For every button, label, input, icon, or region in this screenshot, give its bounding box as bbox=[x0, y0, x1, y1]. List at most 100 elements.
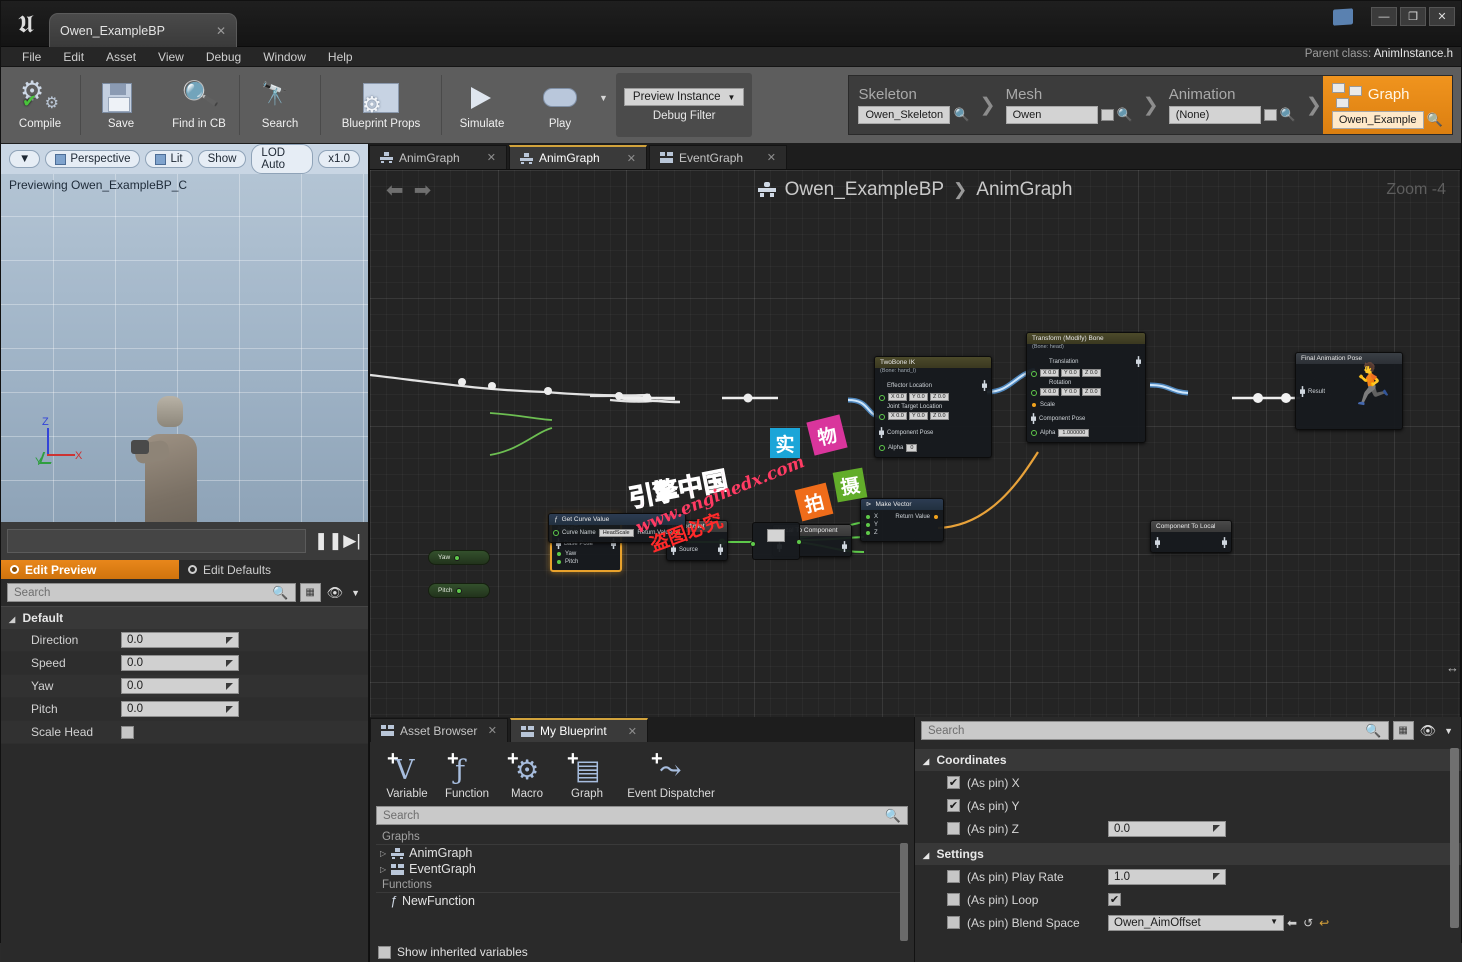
scrollbar-thumb[interactable] bbox=[900, 843, 908, 941]
input-pin[interactable] bbox=[1031, 389, 1037, 396]
as-pin-y-checkbox[interactable]: ✔ bbox=[947, 799, 960, 812]
close-icon[interactable]: ✕ bbox=[627, 152, 636, 165]
minimize-button[interactable]: — bbox=[1371, 7, 1397, 26]
effector-z[interactable]: Z 0.0 bbox=[930, 393, 949, 402]
play-rate-input[interactable]: 1.0 bbox=[1108, 868, 1226, 885]
close-icon[interactable]: ✕ bbox=[767, 151, 776, 164]
pose-pin[interactable] bbox=[879, 427, 884, 439]
curve-name-value[interactable]: HeadScale bbox=[598, 529, 634, 538]
view-options-grid-icon[interactable]: ▦ bbox=[299, 583, 321, 602]
pause-icon[interactable]: ❚❚ bbox=[314, 531, 343, 551]
play-options-chevron-down-icon[interactable]: ▼ bbox=[599, 67, 612, 143]
edit-preview-search-input[interactable]: Search 🔍 bbox=[7, 583, 296, 602]
speed-input[interactable]: 0.0 bbox=[121, 655, 239, 671]
joint-y[interactable]: Y 0.0 bbox=[909, 412, 928, 421]
close-icon[interactable]: ✕ bbox=[488, 724, 497, 737]
debug-filter-dropdown[interactable]: Preview Instance ▼ bbox=[623, 88, 745, 106]
node-twobone-ik[interactable]: TwoBone IK (Bone: hand_l) Effector Locat… bbox=[874, 356, 992, 459]
tree-item-newfunction[interactable]: ƒ NewFunction bbox=[376, 893, 908, 909]
playback-scrubber[interactable] bbox=[7, 529, 306, 553]
viewport-lod-button[interactable]: LOD Auto bbox=[251, 144, 314, 174]
pose-pin[interactable] bbox=[1155, 537, 1160, 549]
node-math-operation[interactable] bbox=[750, 522, 802, 560]
expand-triangle-icon[interactable]: ▷ bbox=[380, 849, 386, 858]
tab-asset-browser[interactable]: Asset Browser ✕ bbox=[370, 718, 508, 742]
grid-icon[interactable] bbox=[1263, 109, 1277, 121]
pose-pin[interactable] bbox=[1031, 413, 1036, 425]
input-pin[interactable] bbox=[556, 551, 562, 558]
menu-asset[interactable]: Asset bbox=[95, 47, 147, 67]
node-transform-modify-bone[interactable]: Transform (Modify) Bone (Bone: head) Tra… bbox=[1026, 332, 1146, 444]
input-pin[interactable] bbox=[1031, 370, 1037, 377]
loop-value-checkbox[interactable]: ✔ bbox=[1108, 893, 1121, 906]
spinner-icon[interactable] bbox=[226, 705, 233, 713]
effector-y[interactable]: Y 0.0 bbox=[909, 393, 928, 402]
alpha-value[interactable]: 0 bbox=[906, 444, 918, 453]
translation-x[interactable]: X 0.0 bbox=[1040, 369, 1059, 378]
chevron-down-icon[interactable]: ▼ bbox=[1442, 726, 1455, 736]
pose-output-pin[interactable] bbox=[1136, 356, 1141, 368]
preview-viewport[interactable]: Previewing Owen_ExampleBP_C Z X Y bbox=[1, 174, 368, 522]
viewport-show-button[interactable]: Show bbox=[197, 150, 247, 168]
tab-edit-preview[interactable]: Edit Preview bbox=[1, 560, 179, 579]
save-button[interactable]: Save bbox=[82, 67, 160, 143]
add-variable-button[interactable]: + V Variable bbox=[378, 748, 436, 800]
step-forward-icon[interactable]: ▶| bbox=[342, 531, 362, 551]
input-pin[interactable] bbox=[750, 541, 756, 547]
simulate-button[interactable]: Simulate bbox=[443, 67, 521, 143]
menu-file[interactable]: File bbox=[11, 47, 52, 67]
viewport-perspective-button[interactable]: Perspective bbox=[45, 150, 141, 168]
pose-output-pin[interactable] bbox=[982, 380, 987, 392]
close-icon[interactable]: ✕ bbox=[628, 725, 637, 738]
output-pin[interactable] bbox=[675, 530, 681, 537]
breadcrumb-skeleton-value[interactable]: Owen_Skeleton bbox=[858, 106, 951, 124]
tab-eventgraph[interactable]: EventGraph ✕ bbox=[649, 145, 787, 169]
scale-input-pin[interactable] bbox=[1031, 402, 1037, 409]
pose-output-pin[interactable] bbox=[1222, 537, 1227, 549]
menu-view[interactable]: View bbox=[147, 47, 195, 67]
spinner-icon[interactable] bbox=[1213, 825, 1220, 832]
translation-z[interactable]: Z 0.0 bbox=[1082, 369, 1101, 378]
output-pin[interactable] bbox=[933, 514, 939, 521]
input-pin[interactable] bbox=[865, 522, 871, 529]
close-icon[interactable]: ✕ bbox=[202, 24, 226, 38]
blend-space-combo[interactable]: Owen_AimOffset ▼ bbox=[1108, 914, 1284, 931]
pose-output-pin[interactable] bbox=[842, 541, 847, 553]
play-button[interactable]: Play bbox=[521, 67, 599, 143]
compile-button[interactable]: ⚙ Compile bbox=[1, 67, 79, 143]
as-pin-x-checkbox[interactable]: ✔ bbox=[947, 776, 960, 789]
tab-animgraph-2[interactable]: AnimGraph ✕ bbox=[509, 145, 647, 169]
browse-to-asset-icon[interactable]: ⬅ bbox=[1284, 916, 1300, 930]
pitch-input[interactable]: 0.0 bbox=[121, 701, 239, 717]
output-pin[interactable] bbox=[796, 539, 802, 545]
input-pin[interactable] bbox=[879, 413, 885, 420]
input-pin[interactable] bbox=[865, 514, 871, 521]
joint-z[interactable]: Z 0.0 bbox=[930, 412, 949, 421]
chevron-down-icon[interactable]: ▼ bbox=[349, 588, 362, 598]
browse-icon[interactable]: 🔍 bbox=[1117, 107, 1133, 123]
variable-node-yaw[interactable]: Yaw bbox=[428, 550, 490, 565]
category-default[interactable]: ◢ Default bbox=[1, 606, 368, 629]
alpha-value[interactable]: 1.000000 bbox=[1058, 429, 1090, 438]
scrollbar-thumb[interactable] bbox=[1450, 748, 1459, 928]
breadcrumb-mesh-value[interactable]: Owen bbox=[1005, 106, 1098, 124]
browse-icon[interactable]: 🔍 bbox=[1280, 107, 1296, 123]
breadcrumb-skeleton[interactable]: Skeleton Owen_Skeleton 🔍 bbox=[849, 76, 978, 134]
rotation-x[interactable]: X 0.0 bbox=[1040, 388, 1059, 397]
reset-icon[interactable]: ↺ bbox=[1300, 916, 1316, 930]
eye-icon[interactable]: 👁 bbox=[325, 585, 346, 601]
add-graph-button[interactable]: + ▤ Graph bbox=[558, 748, 616, 800]
input-pin[interactable] bbox=[865, 530, 871, 537]
pose-pin[interactable] bbox=[1300, 386, 1305, 398]
node-make-vector[interactable]: ⊳ Make Vector X Return Value Y Z bbox=[860, 498, 944, 543]
breadcrumb-animation[interactable]: Animation (None) 🔍 bbox=[1160, 76, 1305, 134]
input-pin[interactable] bbox=[1031, 430, 1037, 437]
section-coordinates[interactable]: ◢ Coordinates bbox=[915, 749, 1461, 771]
close-window-button[interactable]: ✕ bbox=[1429, 7, 1455, 26]
blueprint-props-button[interactable]: Blueprint Props bbox=[322, 67, 440, 143]
my-blueprint-tree[interactable]: Graphs ▷ AnimGraph ▷ EventGraph Function… bbox=[376, 829, 908, 942]
view-options-grid-icon[interactable]: ▦ bbox=[1392, 721, 1414, 740]
viewport-options-dropdown[interactable]: ▼ bbox=[9, 150, 41, 168]
search-button[interactable]: Search bbox=[241, 67, 319, 143]
use-selected-icon[interactable]: ↩ bbox=[1316, 916, 1332, 930]
